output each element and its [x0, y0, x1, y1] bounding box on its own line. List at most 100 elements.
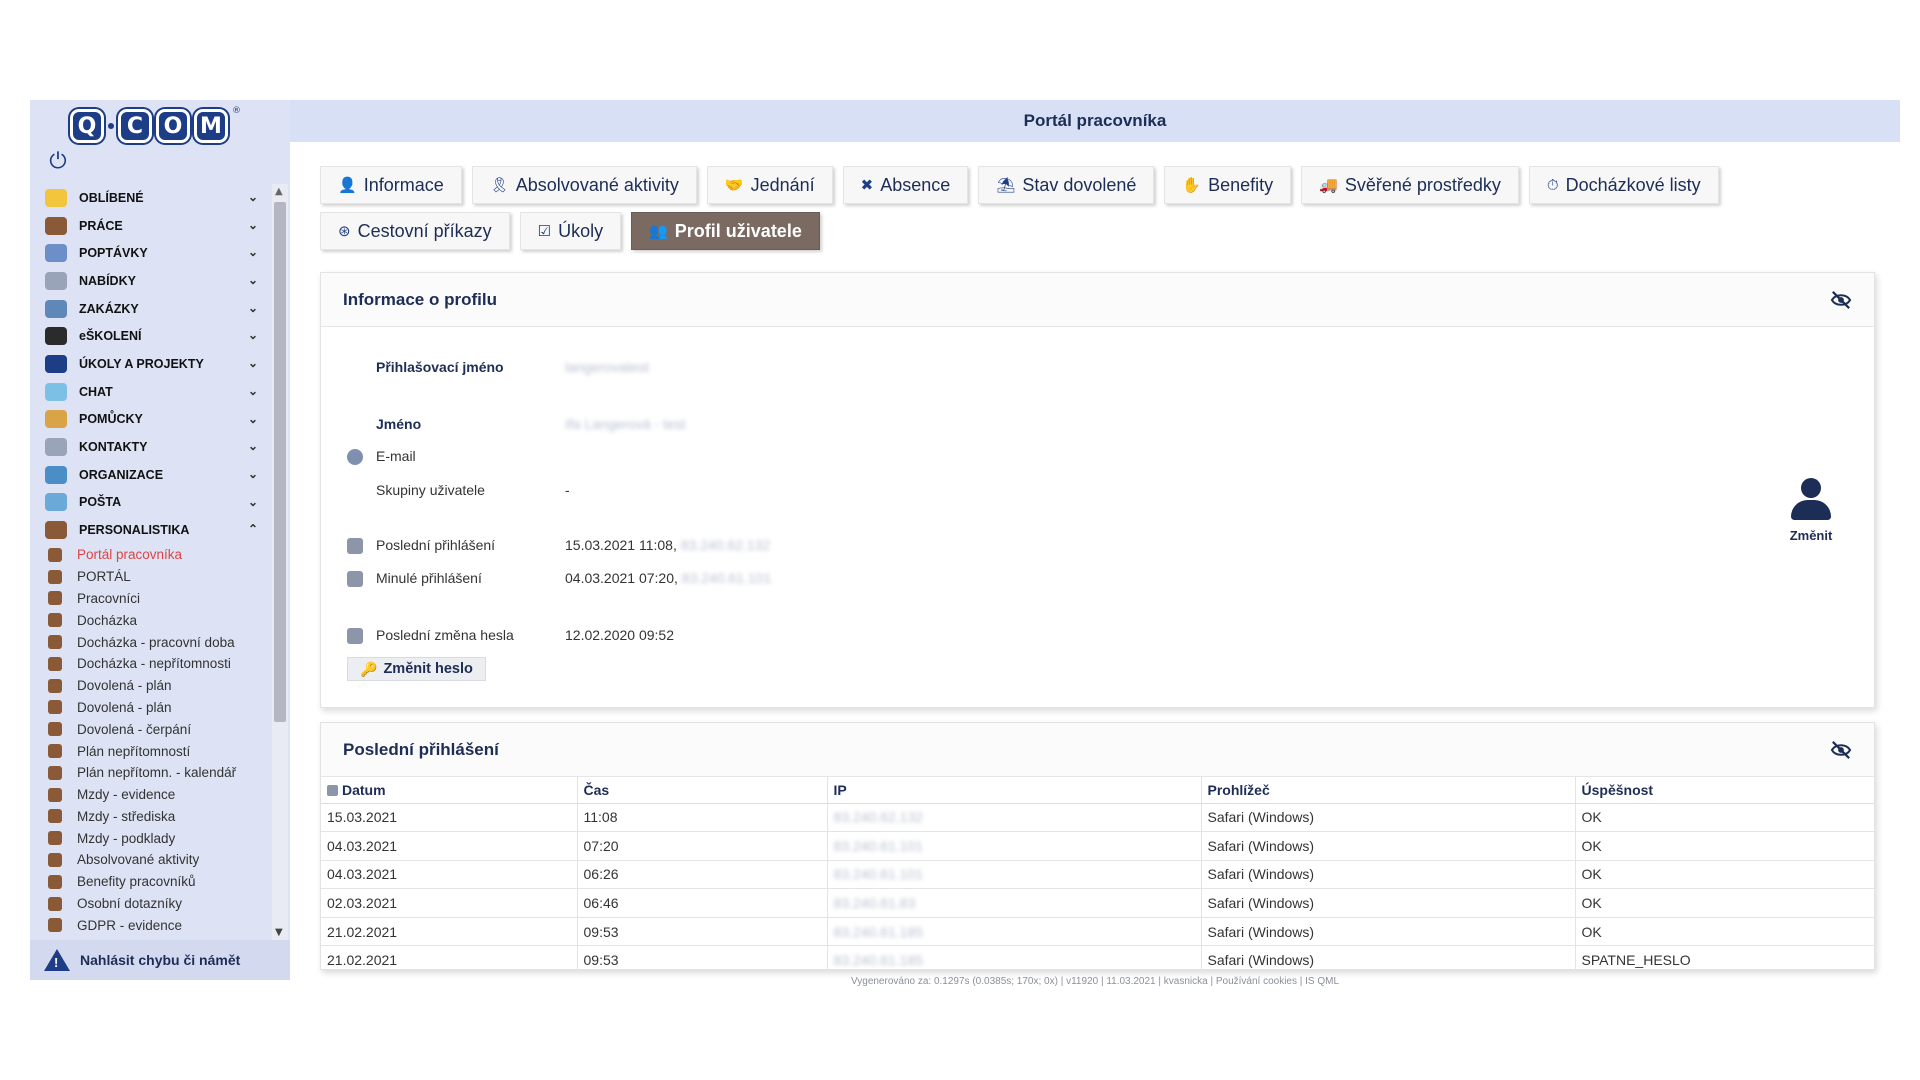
table-cell: Safari (Windows) [1201, 888, 1576, 918]
report-bug-button[interactable]: ! Nahlásit chybu či námět [30, 940, 290, 980]
sidebar-section[interactable]: NABÍDKY ⌄ [30, 267, 270, 295]
previous-login-ip: 83.240.61.101 [681, 570, 772, 586]
sidebar-subitem[interactable]: Mzdy - střediska [30, 806, 270, 828]
sidebar-subitem-label: Plán nepřítomn. - kalendář [77, 765, 237, 781]
tab[interactable]: 👥 Profil uživatele [631, 212, 820, 250]
sidebar-subitem[interactable]: Absolvované aktivity [30, 849, 270, 871]
chevron-down-icon[interactable]: ⌄ [248, 439, 258, 453]
sidebar-section[interactable]: PERSONALISTIKA ⌃ [30, 516, 270, 544]
sidebar-subitem-label: Dovolená - plán [77, 699, 172, 715]
sidebar-subitem[interactable]: Mzdy - podklady [30, 827, 270, 849]
sidebar-subitem[interactable]: Docházka [30, 609, 270, 631]
table-cell: 83.240.62.132 [827, 803, 1202, 833]
change-password-button[interactable]: 🔑 Změnit heslo [347, 657, 486, 681]
sidebar-subitem[interactable]: Dovolená - čerpání [30, 718, 270, 740]
table-cell: 83.240.61.185 [827, 917, 1202, 947]
previous-login-label: Minulé přihlášení [376, 570, 482, 586]
panel-title: Informace o profilu [343, 289, 497, 309]
chevron-down-icon[interactable]: ⌄ [248, 356, 258, 370]
table-row[interactable]: 21.02.2021 09:53 83.240.61.185 Safari (Wind… [321, 917, 1874, 947]
qcom-logo[interactable]: Q C O M ® [70, 104, 241, 148]
table-row[interactable]: 04.03.2021 06:26 83.240.61.101 Safari (Wind… [321, 860, 1874, 890]
tab-label: Profil uživatele [674, 220, 802, 241]
tab[interactable]: 🎗 Absolvované aktivity [471, 166, 697, 204]
sidebar-section[interactable]: POMŮCKY ⌄ [30, 406, 270, 434]
scrollbar-thumb[interactable] [274, 202, 286, 722]
previous-login-value: 04.03.2021 07:20, 83.240.61.101 [565, 570, 771, 586]
sidebar-subitem[interactable]: Portál pracovníka [30, 544, 270, 566]
table-row[interactable]: 04.03.2021 07:20 83.240.61.101 Safari (Wind… [321, 831, 1874, 861]
user-clock-icon: ⏱ [1546, 176, 1559, 194]
clipboard-check-icon: ☑ [537, 223, 552, 240]
chevron-down-icon[interactable]: ⌄ [248, 301, 258, 315]
sidebar-subitem[interactable]: Plán nepřítomn. - kalendář [30, 762, 270, 784]
sidebar-section-label: OBLÍBENÉ [79, 190, 144, 205]
personnel-icon [48, 765, 62, 780]
sidebar-section[interactable]: KONTAKTY ⌄ [30, 433, 270, 461]
sidebar-section[interactable]: ÚKOLY A PROJEKTY ⌄ [30, 350, 270, 378]
truck-icon: 🚚 [1319, 177, 1338, 194]
tab[interactable]: 👤 Informace [320, 166, 462, 204]
column-header[interactable]: IP [827, 777, 1202, 804]
column-header[interactable]: Úspěšnost [1575, 777, 1874, 804]
tab[interactable]: ☑ Úkoly [519, 212, 622, 250]
tab[interactable]: ✋ Benefity [1164, 166, 1292, 204]
chevron-down-icon[interactable]: ⌄ [248, 495, 258, 509]
login-name-value: langerovatest [565, 359, 650, 375]
sidebar-subitem[interactable]: Plán nepřítomností [30, 740, 270, 762]
sidebar-section[interactable]: PRÁCE ⌄ [30, 212, 270, 240]
sidebar-section[interactable]: POŠTA ⌄ [30, 489, 270, 517]
scroll-up-arrow-icon[interactable]: ▲ [275, 186, 283, 197]
chevron-up-icon[interactable]: ⌃ [248, 522, 258, 536]
sidebar-subitem[interactable]: Osobní dotazníky [30, 893, 270, 915]
sidebar-section[interactable]: ORGANIZACE ⌄ [30, 461, 270, 489]
sidebar-subitem[interactable]: Dovolená - plán [30, 697, 270, 719]
sidebar-subitem-label: Plán nepřítomností [77, 743, 191, 759]
tab[interactable]: 🚚 Svěřené prostředky [1301, 166, 1519, 204]
sidebar-section[interactable]: CHAT ⌄ [30, 378, 270, 406]
tab[interactable]: 🤝 Jednání [706, 166, 833, 204]
sidebar-scrollbar[interactable]: ▲ ▼ [272, 184, 288, 940]
avatar-change-button[interactable]: Změnit [1781, 478, 1841, 543]
chevron-down-icon[interactable]: ⌄ [248, 328, 258, 342]
sidebar-subitem[interactable]: Docházka - pracovní doba [30, 631, 270, 653]
sidebar-subitem[interactable]: Benefity pracovníků [30, 871, 270, 893]
eye-slash-icon[interactable] [1830, 290, 1852, 310]
chevron-down-icon[interactable]: ⌄ [248, 412, 258, 426]
sidebar-section[interactable]: POPTÁVKY ⌄ [30, 239, 270, 267]
column-header[interactable]: Datum [321, 777, 578, 804]
sidebar-subitem[interactable]: Dovolená - plán [30, 675, 270, 697]
scroll-down-arrow-icon[interactable]: ▼ [275, 927, 283, 938]
sidebar-section[interactable]: ZAKÁZKY ⌄ [30, 295, 270, 323]
sidebar-subitem[interactable]: Pracovníci [30, 588, 270, 610]
tab[interactable]: ⏱ Docházkové listy [1528, 166, 1719, 204]
column-header[interactable]: Čas [577, 777, 828, 804]
table-cell: 09:53 [577, 917, 828, 947]
chevron-down-icon[interactable]: ⌄ [248, 467, 258, 481]
chevron-down-icon[interactable]: ⌄ [248, 218, 258, 232]
tab[interactable]: ✖ Absence [842, 166, 969, 204]
power-icon[interactable]: ⏻ [46, 150, 70, 174]
table-row[interactable]: 15.03.2021 11:08 83.240.62.132 Safari (Wind… [321, 803, 1874, 833]
chevron-down-icon[interactable]: ⌄ [248, 190, 258, 204]
tab[interactable]: ⊛ Cestovní příkazy [320, 212, 510, 250]
chevron-down-icon[interactable]: ⌄ [248, 384, 258, 398]
eye-slash-icon[interactable] [1830, 740, 1852, 760]
sidebar-subitem[interactable]: Docházka - nepřítomnosti [30, 653, 270, 675]
chevron-down-icon[interactable]: ⌄ [248, 273, 258, 287]
logo-dot [108, 123, 114, 129]
tab[interactable]: ⛱ Stav dovolené [978, 166, 1155, 204]
table-row[interactable]: 21.02.2021 09:53 83.240.61.185 Safari (Wind… [321, 945, 1874, 969]
table-row[interactable]: 02.03.2021 06:46 83.240.61.83 Safari (Windo… [321, 888, 1874, 918]
sidebar-subitem[interactable]: Mzdy - evidence [30, 784, 270, 806]
sidebar-subitem[interactable]: GDPR - evidence [30, 914, 270, 936]
sidebar-subitem[interactable]: PORTÁL [30, 566, 270, 588]
avatar-icon [1801, 478, 1821, 498]
sidebar-section[interactable]: eŠKOLENÍ ⌄ [30, 322, 270, 350]
chevron-down-icon[interactable]: ⌄ [248, 245, 258, 259]
column-header[interactable]: Prohlížeč [1201, 777, 1576, 804]
portal-tabs: 👤 Informace 🎗 Absolvované aktivity 🤝 Jednání ✖… [320, 166, 1860, 258]
personnel-icon [48, 744, 62, 758]
table-cell: OK [1575, 888, 1874, 918]
sidebar-section[interactable]: OBLÍBENÉ ⌄ [30, 184, 270, 212]
